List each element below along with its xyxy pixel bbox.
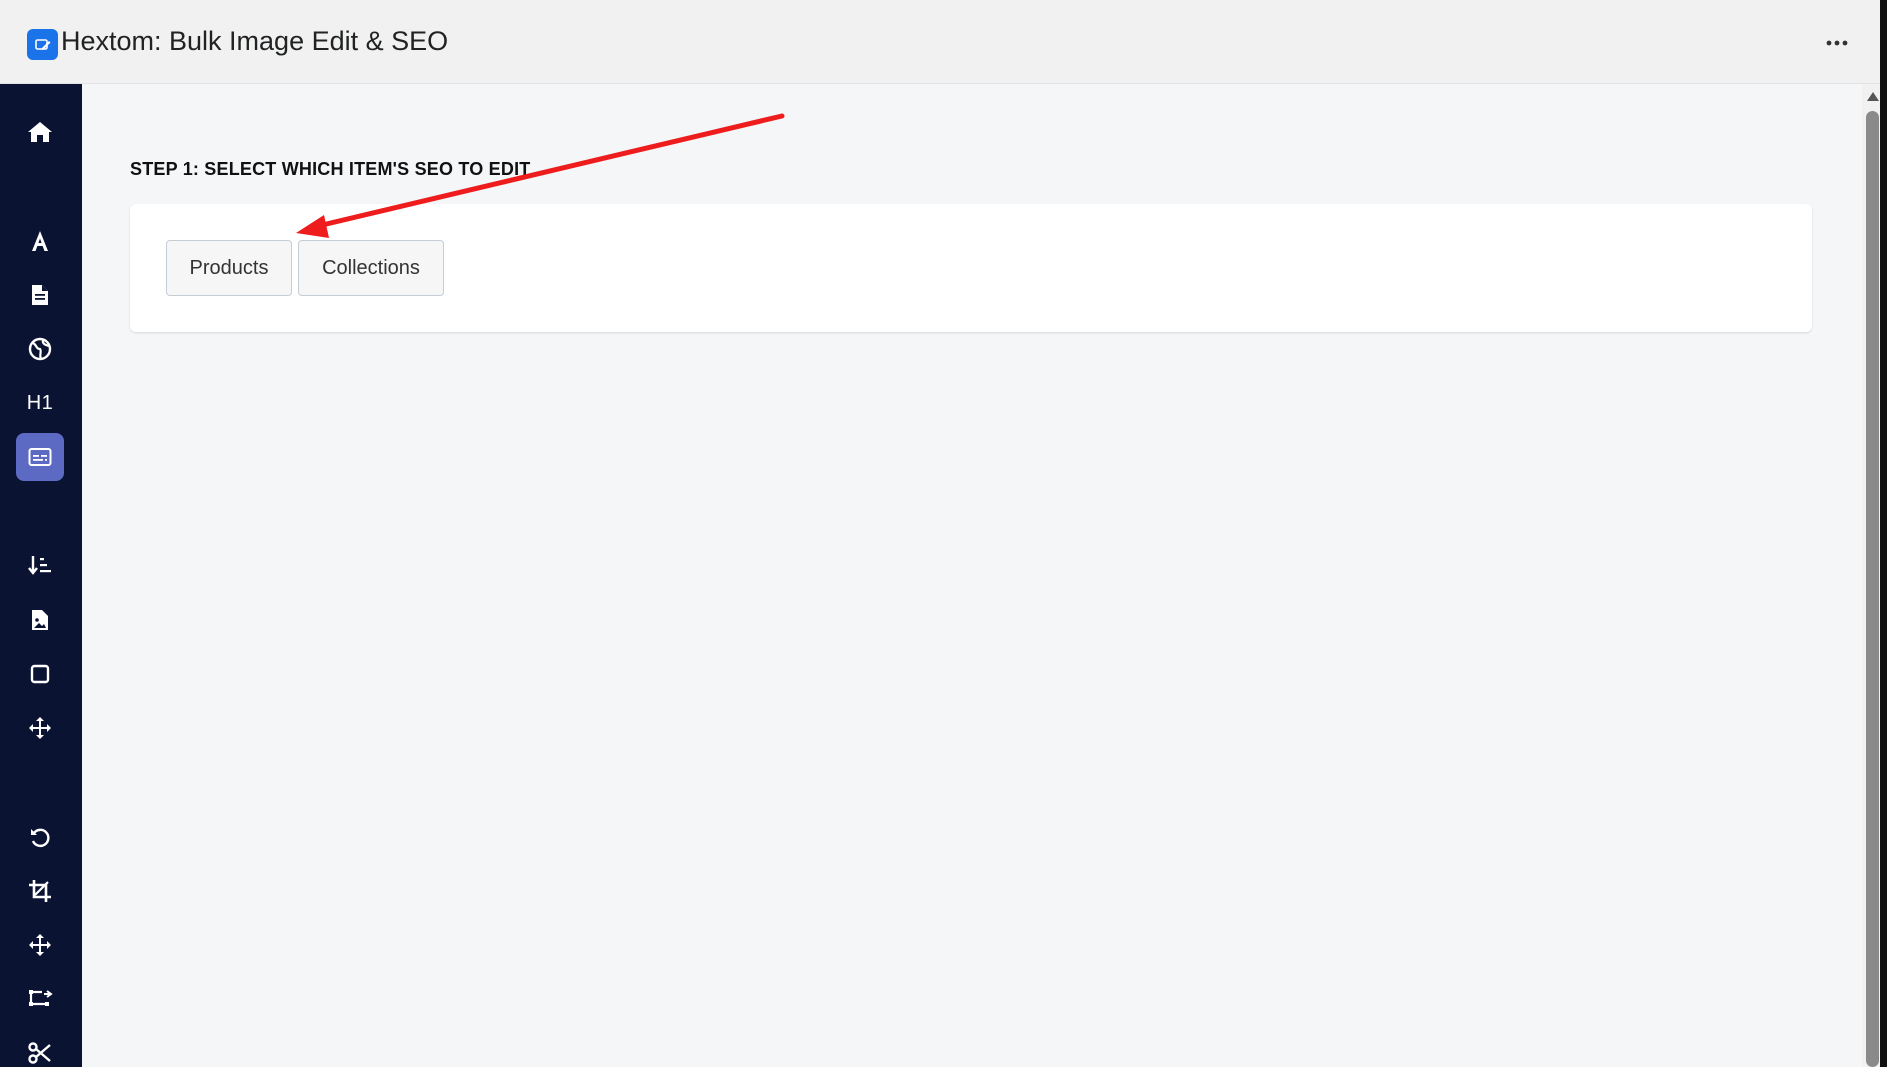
scroll-up-arrow-icon[interactable] <box>1867 92 1879 101</box>
sort-icon <box>28 556 51 575</box>
products-button[interactable]: Products <box>166 240 292 296</box>
sidebar-item-cut[interactable] <box>16 1029 64 1067</box>
sidebar-item-heading[interactable]: H1 <box>16 379 64 427</box>
square-icon <box>30 664 50 684</box>
sidebar-item-file[interactable] <box>16 271 64 319</box>
sidebar-item-alt-text[interactable] <box>16 433 64 481</box>
collections-button[interactable]: Collections <box>298 240 444 296</box>
move-icon <box>29 717 51 739</box>
sidebar: H1 <box>0 84 82 1067</box>
closed-caption-icon <box>28 448 52 466</box>
heading-icon: H1 <box>26 391 54 414</box>
resize-icon <box>29 990 53 1006</box>
globe-icon <box>28 337 52 361</box>
sidebar-item-crop[interactable] <box>16 867 64 915</box>
app-logo-icon <box>27 29 58 60</box>
sidebar-item-move[interactable] <box>16 704 64 752</box>
sidebar-item-border[interactable] <box>16 650 64 698</box>
font-icon <box>32 231 48 251</box>
app-title: Hextom: Bulk Image Edit & SEO <box>61 26 449 56</box>
scrollbar-thumb[interactable] <box>1866 111 1879 1067</box>
more-horizontal-icon <box>1826 40 1848 46</box>
sidebar-item-home[interactable] <box>16 108 64 156</box>
file-icon <box>32 285 48 305</box>
window-edge <box>1880 0 1887 1067</box>
move-icon <box>29 934 51 956</box>
sidebar-item-file-image[interactable] <box>16 596 64 644</box>
more-options-button[interactable] <box>1820 26 1854 60</box>
sidebar-item-resize[interactable] <box>16 975 64 1023</box>
undo-icon <box>31 828 50 848</box>
home-icon <box>28 122 52 142</box>
step-title: STEP 1: SELECT WHICH ITEM'S SEO TO EDIT <box>130 159 531 179</box>
crop-icon <box>29 880 51 902</box>
file-image-icon <box>32 610 48 630</box>
main-content: STEP 1: SELECT WHICH ITEM'S SEO TO EDIT … <box>82 84 1862 1067</box>
sidebar-item-undo[interactable] <box>16 813 64 861</box>
sidebar-item-globe[interactable] <box>16 325 64 373</box>
app-header: Hextom: Bulk Image Edit & SEO <box>0 0 1887 84</box>
sidebar-item-position[interactable] <box>16 921 64 969</box>
sidebar-item-sort[interactable] <box>16 542 64 590</box>
sidebar-item-font[interactable] <box>16 217 64 265</box>
scissors-icon <box>28 1042 51 1064</box>
item-type-card: Products Collections <box>130 204 1812 332</box>
